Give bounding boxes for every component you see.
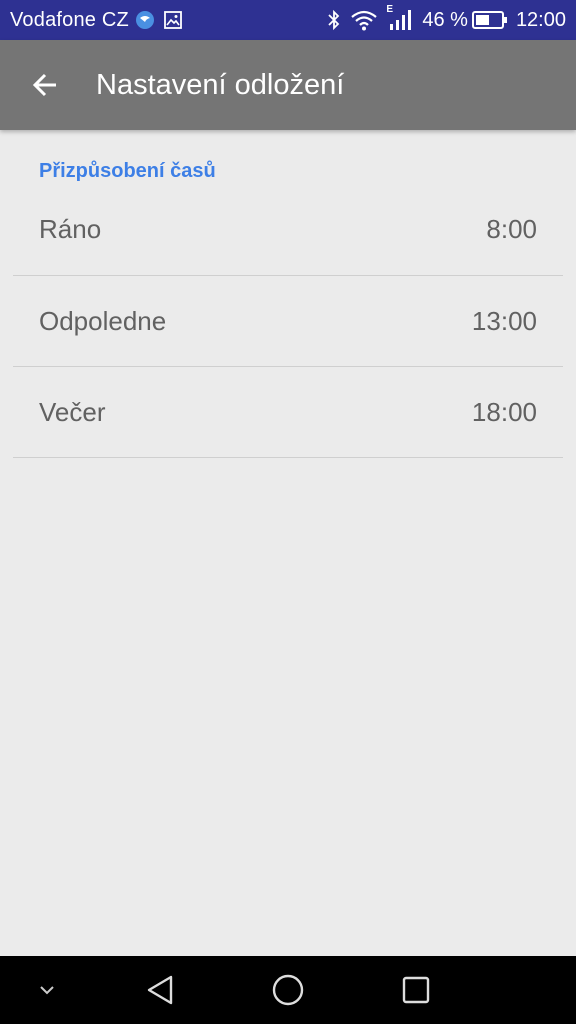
- app-bar: Nastavení odložení: [0, 40, 576, 130]
- recents-square-icon: [402, 976, 430, 1004]
- nav-home-button[interactable]: [262, 956, 314, 1024]
- bluetooth-icon: [326, 9, 342, 31]
- pref-item-morning[interactable]: Ráno 8:00: [13, 184, 563, 276]
- messenger-bubble-icon: [135, 10, 155, 30]
- section-header: Přizpůsobení časů: [39, 160, 216, 182]
- pref-value: 8:00: [486, 214, 537, 244]
- pref-label: Večer: [39, 396, 106, 427]
- network-type-label: E: [386, 4, 394, 15]
- status-bar: Vodafone CZ E 46 % 12:00: [0, 0, 576, 40]
- carrier-name: Vodafone CZ: [10, 8, 129, 31]
- navigation-bar: [0, 956, 576, 1024]
- back-triangle-icon: [147, 975, 173, 1005]
- signal-icon: E: [386, 4, 412, 32]
- battery-icon: [471, 10, 508, 30]
- pref-item-afternoon[interactable]: Odpoledne 13:00: [13, 276, 563, 367]
- battery-percent: 46 %: [422, 8, 468, 31]
- pref-item-evening[interactable]: Večer 18:00: [13, 367, 563, 458]
- image-notification-icon: [163, 10, 183, 30]
- nav-back-button[interactable]: [134, 956, 186, 1024]
- nav-hide-button[interactable]: [24, 956, 70, 1024]
- pref-label: Odpoledne: [39, 305, 167, 336]
- back-button[interactable]: [17, 57, 73, 113]
- nav-recents-button[interactable]: [390, 956, 442, 1024]
- settings-content: Přizpůsobení časů Ráno 8:00 Odpoledne 13…: [0, 130, 576, 458]
- pref-label: Ráno: [39, 214, 102, 244]
- pref-value: 18:00: [471, 396, 537, 427]
- wifi-icon: [350, 9, 378, 31]
- status-bar-right: E 46 % 12:00: [318, 4, 566, 32]
- home-circle-icon: [272, 974, 304, 1006]
- status-bar-left: Vodafone CZ: [10, 9, 183, 32]
- arrow-back-icon: [32, 73, 56, 97]
- clock: 12:00: [515, 8, 566, 31]
- page-title: Nastavení odložení: [96, 68, 345, 101]
- chevron-down-icon: [40, 986, 54, 995]
- pref-value: 13:00: [471, 305, 537, 336]
